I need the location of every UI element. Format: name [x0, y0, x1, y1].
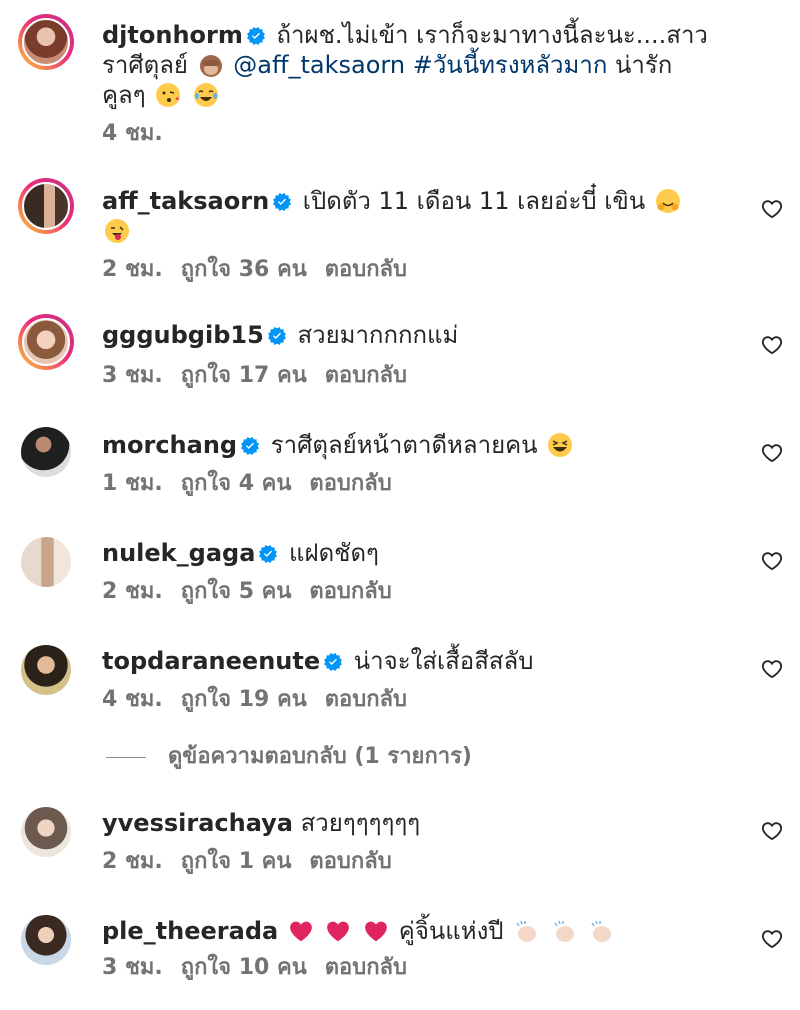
caption-line3: คูลๆ: [102, 81, 146, 109]
clapping-hands-icon: [516, 920, 537, 942]
avatar[interactable]: [18, 804, 74, 860]
comment-meta: 3 ชม. ถูกใจ 17 คน ตอบกลับ: [102, 362, 425, 390]
caption-line1: ถ้าผช.ไม่เข้า เราก็จะมาทางนี้ละนะ....สาว: [276, 21, 708, 49]
comment-body: เปิดตัว 11 เดือน 11 เลยอ่ะบี๋ เขิน: [302, 187, 646, 215]
hashtag-link[interactable]: #วันนี้ทรงหลัวมาก: [413, 51, 608, 79]
comment-likes[interactable]: ถูกใจ 17 คน: [181, 363, 307, 388]
reply-button[interactable]: ตอบกลับ: [309, 471, 391, 496]
heart-outline-icon[interactable]: [760, 928, 784, 950]
see-no-evil-monkey-icon: [199, 55, 222, 77]
caption-line2-suffix: น่ารัก: [615, 51, 673, 79]
avatar[interactable]: [18, 642, 74, 698]
reply-button[interactable]: ตอบกลับ: [309, 579, 391, 604]
reply-button[interactable]: ตอบกลับ: [325, 687, 407, 712]
comment-meta: 1 ชม. ถูกใจ 4 คน ตอบกลับ: [102, 470, 410, 498]
comment-likes[interactable]: ถูกใจ 1 คน: [181, 849, 292, 874]
avatar[interactable]: [18, 424, 74, 480]
caption-line2-prefix: ราศีตุลย์: [102, 51, 188, 79]
comment-username[interactable]: nulek_gaga: [102, 539, 255, 567]
red-heart-icon: [288, 918, 314, 944]
comment-text: morchang ราศีตุลย์หน้าตาดีหลายคน: [102, 430, 722, 460]
caption-time: 4 ชม.: [102, 121, 163, 146]
comment-body: สวยๆๆๆๆๆๆ: [300, 809, 421, 837]
caption-username[interactable]: djtonhorm: [102, 21, 243, 49]
avatar[interactable]: [18, 314, 74, 370]
kissing-face-icon: [155, 82, 181, 108]
heart-outline-icon[interactable]: [760, 820, 784, 842]
avatar[interactable]: [18, 14, 74, 70]
comment-likes[interactable]: ถูกใจ 10 คน: [181, 955, 307, 980]
verified-badge-icon: [268, 327, 286, 345]
comment-meta: 2 ชม. ถูกใจ 36 คน ตอบกลับ: [102, 256, 425, 284]
heart-outline-icon[interactable]: [760, 550, 784, 572]
divider: [106, 756, 146, 758]
verified-badge-icon: [259, 545, 277, 563]
mention-link[interactable]: @aff_taksaorn: [233, 51, 405, 79]
avatar[interactable]: [18, 534, 74, 590]
caption-text: djtonhorm ถ้าผช.ไม่เข้า เราก็จะมาทางนี้ล…: [102, 20, 722, 110]
view-replies-button[interactable]: ดูข้อความตอบกลับ (1 รายการ): [106, 738, 472, 773]
grinning-squinting-face-icon: [547, 432, 573, 458]
hugging-face-icon: [655, 188, 681, 214]
avatar[interactable]: [18, 912, 74, 968]
comment-username[interactable]: topdaraneenute: [102, 647, 320, 675]
comment-time: 4 ชม.: [102, 687, 163, 712]
comment-text: yvessirachaya สวยๆๆๆๆๆๆ: [102, 808, 722, 838]
comment-username[interactable]: ple_theerada: [102, 917, 278, 945]
tears-of-joy-icon: [193, 82, 219, 108]
verified-badge-icon: [273, 193, 291, 211]
comment-body: ราศีตุลย์หน้าตาดีหลายคน: [270, 431, 538, 459]
comment-text: topdaraneenute น่าจะใส่เสื้อสีสลับ: [102, 646, 722, 676]
heart-outline-icon[interactable]: [760, 442, 784, 464]
comment-meta: 2 ชม. ถูกใจ 5 คน ตอบกลับ: [102, 578, 410, 606]
heart-outline-icon[interactable]: [760, 658, 784, 680]
comment-text: gggubgib15 สวยมากกกกแม่: [102, 320, 722, 350]
red-heart-icon: [363, 918, 389, 944]
comment-username[interactable]: aff_taksaorn: [102, 187, 269, 215]
comment-meta: 3 ชม. ถูกใจ 10 คน ตอบกลับ: [102, 954, 425, 982]
comment-text: nulek_gaga แฝดชัดๆ: [102, 538, 722, 568]
clapping-hands-icon: [591, 920, 612, 942]
reply-button[interactable]: ตอบกลับ: [309, 849, 391, 874]
comment-username[interactable]: yvessirachaya: [102, 809, 293, 837]
comment-text: aff_taksaorn เปิดตัว 11 เดือน 11 เลยอ่ะบ…: [102, 186, 722, 246]
clapping-hands-icon: [554, 920, 574, 942]
comment-username[interactable]: morchang: [102, 431, 237, 459]
comment-text: ple_theerada คู่จิ้นแห่งปี: [102, 916, 722, 946]
comment-time: 3 ชม.: [102, 363, 163, 388]
comment-username[interactable]: gggubgib15: [102, 321, 264, 349]
winking-tongue-face-icon: [104, 218, 130, 244]
verified-badge-icon: [324, 653, 342, 671]
comment-likes[interactable]: ถูกใจ 19 คน: [181, 687, 307, 712]
comment-body: คู่จิ้นแห่งปี: [398, 917, 504, 945]
avatar[interactable]: [18, 178, 74, 234]
comment-likes[interactable]: ถูกใจ 36 คน: [181, 257, 307, 282]
comment-time: 2 ชม.: [102, 849, 163, 874]
view-replies-label: ดูข้อความตอบกลับ (1 รายการ): [168, 744, 472, 769]
comment-likes[interactable]: ถูกใจ 4 คน: [181, 471, 292, 496]
comment-body: สวยมากกกกแม่: [297, 321, 459, 349]
comment-time: 3 ชม.: [102, 955, 163, 980]
comment-body: แฝดชัดๆ: [289, 539, 379, 567]
caption-meta: 4 ชม.: [102, 120, 181, 148]
red-heart-icon: [325, 918, 351, 944]
reply-button[interactable]: ตอบกลับ: [325, 257, 407, 282]
comment-meta: 2 ชม. ถูกใจ 1 คน ตอบกลับ: [102, 848, 410, 876]
comment-time: 2 ชม.: [102, 257, 163, 282]
comment-likes[interactable]: ถูกใจ 5 คน: [181, 579, 292, 604]
heart-outline-icon[interactable]: [760, 198, 784, 220]
verified-badge-icon: [247, 27, 265, 45]
comment-time: 1 ชม.: [102, 471, 163, 496]
comment-body: น่าจะใส่เสื้อสีสลับ: [353, 647, 534, 675]
heart-outline-icon[interactable]: [760, 334, 784, 356]
comment-time: 2 ชม.: [102, 579, 163, 604]
verified-badge-icon: [241, 437, 259, 455]
reply-button[interactable]: ตอบกลับ: [325, 363, 407, 388]
comment-meta: 4 ชม. ถูกใจ 19 คน ตอบกลับ: [102, 686, 425, 714]
reply-button[interactable]: ตอบกลับ: [325, 955, 407, 980]
